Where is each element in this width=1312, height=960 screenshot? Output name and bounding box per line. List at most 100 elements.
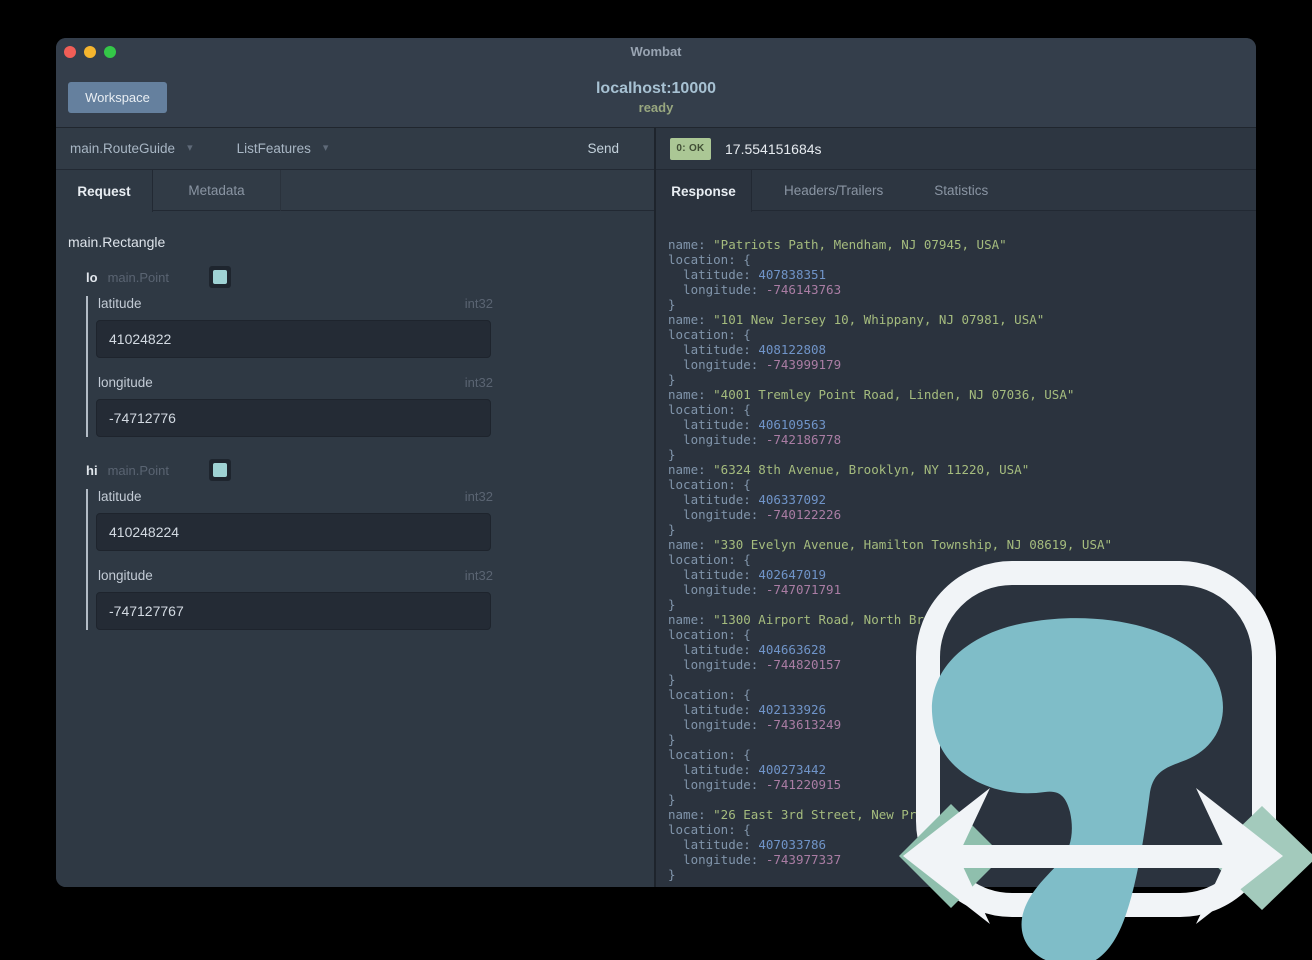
response-line: longitude: -746143763 (668, 282, 842, 297)
response-line: longitude: -743613249 (668, 717, 842, 732)
response-line: name: "Patriots Path, Mendham, NJ 07945,… (668, 237, 1007, 252)
response-line: longitude: -747071791 (668, 582, 842, 597)
response-line: location: { (668, 627, 751, 642)
response-line: longitude: -744820157 (668, 657, 842, 672)
response-line: name: "4001 Tremley Point Road, Linden, … (668, 387, 1075, 402)
field-label: longitude (98, 568, 153, 583)
window-header: Wombat Workspace localhost:10000 ready (56, 38, 1256, 128)
connection-status: ready (638, 100, 674, 115)
server-address: localhost:10000 (595, 80, 717, 97)
response-line: name: "26 East 3rd Street, New Pr (668, 807, 917, 822)
request-form: main.Rectangle lo main.Point latitude in… (56, 211, 654, 887)
enable-checkbox[interactable] (208, 459, 231, 481)
chevron-down-icon[interactable]: ▾ (187, 143, 193, 154)
response-body[interactable]: name: "Patriots Path, Mendham, NJ 07945,… (656, 211, 1256, 887)
response-line: } (668, 372, 676, 387)
response-line: location: { (668, 477, 751, 492)
response-line: longitude: -743999179 (668, 357, 842, 372)
response-panel: 0: OK 17.554151684s Response Headers/Tra… (656, 128, 1256, 887)
response-line: location: { (668, 552, 751, 567)
response-line: longitude: -743977337 (668, 852, 842, 867)
response-line: } (668, 522, 676, 537)
field-type: int32 (464, 489, 493, 504)
response-line: latitude: 402133926 (668, 702, 827, 717)
response-line: } (668, 447, 676, 462)
tab-headers-trailers[interactable]: Headers/Trailers (768, 170, 899, 211)
field-label-row: latitude int32 (98, 489, 493, 504)
field-type: int32 (464, 375, 493, 390)
field-label: longitude (98, 375, 153, 390)
group-name: hi (86, 462, 98, 478)
request-duration: 17.554151684s (725, 140, 822, 157)
request-toolbar: main.RouteGuide ▾ ListFeatures ▾ Send (56, 128, 654, 170)
response-line: location: { (668, 687, 751, 702)
response-line: } (668, 867, 676, 882)
group-type: main.Point (107, 269, 169, 285)
group-type: main.Point (107, 462, 169, 478)
response-line: latitude: 407033786 (668, 837, 827, 852)
message-type-label: main.Rectangle (68, 234, 166, 250)
response-line: latitude: 406109563 (668, 417, 827, 432)
response-line: latitude: 407838351 (668, 267, 827, 282)
response-line: latitude: 400273442 (668, 762, 827, 777)
response-line: name: "101 New Jersey 10, Whippany, NJ 0… (668, 312, 1045, 327)
response-line: longitude: -741220915 (668, 777, 842, 792)
field-group-hi: hi main.Point latitude int32 longitude i… (86, 459, 642, 630)
longitude-input[interactable] (96, 399, 491, 437)
group-header: hi main.Point (86, 459, 642, 481)
enable-checkbox[interactable] (208, 266, 231, 288)
response-line: } (668, 792, 676, 807)
field-label: latitude (98, 296, 142, 311)
response-line: longitude: -742186778 (668, 432, 842, 447)
response-line: latitude: 402647019 (668, 567, 827, 582)
request-panel: main.RouteGuide ▾ ListFeatures ▾ Send Re… (56, 128, 656, 887)
response-line: latitude: 408122808 (668, 342, 827, 357)
field-group-lo: lo main.Point latitude int32 longitude i… (86, 266, 642, 437)
field-label: latitude (98, 489, 142, 504)
window-title: Wombat (630, 44, 682, 59)
response-tabs: Response Headers/Trailers Statistics (656, 170, 1256, 212)
tab-metadata[interactable]: Metadata (153, 170, 281, 211)
longitude-input[interactable] (96, 592, 491, 630)
response-line: location: { (668, 747, 751, 762)
response-line: location: { (668, 402, 751, 417)
response-line: latitude: 404663628 (668, 642, 827, 657)
tab-response[interactable]: Response (656, 170, 752, 212)
checkbox-fill (212, 270, 227, 284)
response-line: } (668, 597, 676, 612)
response-line: latitude: 406337092 (668, 492, 827, 507)
group-fields: latitude int32 longitude int32 (86, 296, 642, 437)
service-select[interactable]: main.RouteGuide (70, 141, 175, 156)
response-line: name: "330 Evelyn Avenue, Hamilton Towns… (668, 537, 1113, 552)
field-label-row: longitude int32 (98, 568, 493, 583)
response-line: } (668, 297, 676, 312)
response-line: name: "6324 8th Avenue, Brooklyn, NY 112… (668, 462, 1030, 477)
main-area: main.RouteGuide ▾ ListFeatures ▾ Send Re… (56, 128, 1256, 887)
send-button[interactable]: Send (587, 141, 619, 156)
chevron-down-icon[interactable]: ▾ (323, 143, 329, 154)
response-toolbar: 0: OK 17.554151684s (656, 128, 1256, 170)
request-tabs: Request Metadata (56, 170, 654, 212)
field-type: int32 (464, 296, 493, 311)
field-type: int32 (464, 568, 493, 583)
latitude-input[interactable] (96, 320, 491, 358)
group-name: lo (86, 269, 98, 285)
field-label-row: longitude int32 (98, 375, 493, 390)
method-select[interactable]: ListFeatures (237, 141, 311, 156)
group-fields: latitude int32 longitude int32 (86, 489, 642, 630)
response-line: longitude: -740122226 (668, 507, 842, 522)
tab-request[interactable]: Request (56, 170, 153, 212)
app-window: Wombat Workspace localhost:10000 ready m… (56, 38, 1256, 887)
response-line: } (668, 732, 676, 747)
field-label-row: latitude int32 (98, 296, 493, 311)
response-line: name: "1300 Airport Road, North Br (668, 612, 924, 627)
response-line: location: { (668, 822, 751, 837)
latitude-input[interactable] (96, 513, 491, 551)
checkbox-fill (212, 463, 227, 477)
group-header: lo main.Point (86, 266, 642, 288)
status-badge: 0: OK (670, 137, 711, 160)
response-line: } (668, 672, 676, 687)
tab-statistics[interactable]: Statistics (918, 170, 1004, 211)
response-line: location: { (668, 252, 751, 267)
response-line: location: { (668, 327, 751, 342)
